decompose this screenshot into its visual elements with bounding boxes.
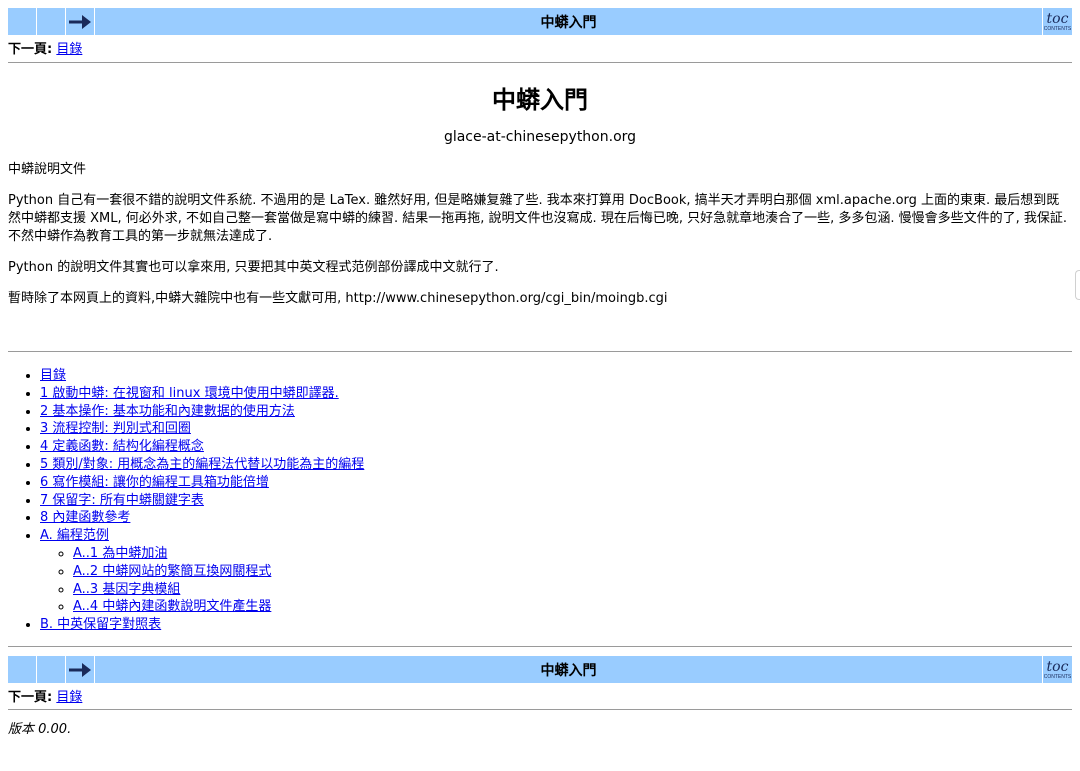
toc-link[interactable]: 3 流程控制: 判別式和回圈 [40,421,191,436]
toc-icon: toc [1046,659,1069,675]
next-page-button[interactable] [66,8,95,35]
toc-link[interactable]: 8 內建函數參考 [40,510,130,525]
nav-blank-cell [37,656,66,683]
toc-contents-button[interactable]: toc CONTENTS [1043,656,1072,683]
toc-list-item: 1 啟動中蟒: 在視窗和 linux 環境中使用中蟒即譯器. [40,385,364,403]
toc-sub-link[interactable]: A..4 中蟒內建函數說明文件產生器 [73,599,271,614]
toc-list-item: 7 保留字: 所有中蟒關鍵字表 [40,492,364,510]
toc-link[interactable]: 5 類別/對象: 用概念為主的編程法代替以功能為主的編程 [40,457,364,472]
toc-list-item: A. 編程范例 A..1 為中蟒加油 A..2 中蟒网站的繁簡互換网關程式 A.… [40,527,364,616]
toc-list-item: 8 內建函數參考 [40,509,364,527]
toc-list-item: 目錄 [40,367,364,385]
divider [8,351,1072,352]
nav-title: 中蟒入門 [95,8,1043,35]
next-page-line: 下一頁: 目錄 [8,38,82,57]
toc-icon: toc [1046,11,1069,27]
toc-link[interactable]: B. 中英保留字對照表 [40,617,161,632]
toc-sub-link[interactable]: A..3 基因字典模組 [73,582,180,597]
toc-sublist: A..1 為中蟒加油 A..2 中蟒网站的繁簡互換网關程式 A..3 基因字典模… [40,545,364,616]
doc-subtitle: 中蟒說明文件 [8,162,87,177]
next-page-line: 下一頁: 目錄 [8,686,82,705]
next-page-button[interactable] [66,656,95,683]
next-link-toc[interactable]: 目錄 [56,42,82,57]
toc-list-item: 3 流程控制: 判別式和回圈 [40,420,364,438]
table-of-contents: 目錄 1 啟動中蟒: 在視窗和 linux 環境中使用中蟒即譯器. 2 基本操作… [8,367,364,634]
version-text: 版本 0.00. [8,722,72,737]
next-label: 下一頁: [8,690,53,705]
right-arrow-icon [69,662,91,677]
divider [8,62,1072,63]
intro-paragraph: Python 自己有一套很不錯的說明文件系統. 不過用的是 LaTex. 雖然好… [8,193,1068,244]
contents-icon-label: CONTENTS [1043,26,1072,32]
toc-list-item: 6 寫作模組: 讓你的編程工具箱功能倍增 [40,474,364,492]
nav-blank-cell [8,8,37,35]
toc-link[interactable]: 7 保留字: 所有中蟒關鍵字表 [40,493,204,508]
page-title: 中蟒入門 [492,86,588,114]
toc-sub-link[interactable]: A..1 為中蟒加油 [73,546,167,561]
toc-sub-item: A..3 基因字典模組 [73,581,364,599]
toc-link[interactable]: 2 基本操作: 基本功能和內建數据的使用方法 [40,404,295,419]
nav-blank-cell [8,656,37,683]
toc-sub-item: A..2 中蟒网站的繁簡互換网關程式 [73,563,364,581]
toc-link[interactable]: 6 寫作模組: 讓你的編程工具箱功能倍增 [40,475,269,490]
toc-sub-item: A..4 中蟒內建函數說明文件產生器 [73,598,364,616]
toc-sub-link[interactable]: A..2 中蟒网站的繁簡互換网關程式 [73,564,271,579]
bottom-navbar: 中蟒入門 toc CONTENTS [8,656,1072,683]
next-label: 下一頁: [8,42,53,57]
right-arrow-icon [69,14,91,29]
next-link-toc[interactable]: 目錄 [56,690,82,705]
contents-icon-label: CONTENTS [1043,674,1072,680]
toc-contents-button[interactable]: toc CONTENTS [1043,8,1072,35]
scrollbar-handle[interactable] [1075,270,1080,300]
divider [8,646,1072,647]
toc-list-item: 4 定義函數: 結构化編程概念 [40,438,364,456]
toc-link[interactable]: 1 啟動中蟒: 在視窗和 linux 環境中使用中蟒即譯器. [40,386,339,401]
divider [8,709,1072,710]
toc-link[interactable]: 目錄 [40,368,66,383]
toc-list-item: B. 中英保留字對照表 [40,616,364,634]
toc-list-item: 2 基本操作: 基本功能和內建數据的使用方法 [40,403,364,421]
toc-sub-item: A..1 為中蟒加油 [73,545,364,563]
author-email: glace-at-chinesepython.org [443,129,637,145]
nav-blank-cell [37,8,66,35]
python-docs-paragraph: Python 的說明文件其實也可以拿來用, 只要把其中英文程式范例部份譯成中文就… [8,260,499,275]
top-navbar: 中蟒入門 toc CONTENTS [8,8,1072,35]
toc-list-item: 5 類別/對象: 用概念為主的編程法代替以功能為主的編程 [40,456,364,474]
toc-link[interactable]: 4 定義函數: 結构化編程概念 [40,439,204,454]
toc-link[interactable]: A. 編程范例 [40,528,109,543]
resources-paragraph: 暫時除了本网頁上的資料,中蟒大雜院中也有一些文獻可用, http://www.c… [8,291,668,306]
nav-title: 中蟒入門 [95,656,1043,683]
